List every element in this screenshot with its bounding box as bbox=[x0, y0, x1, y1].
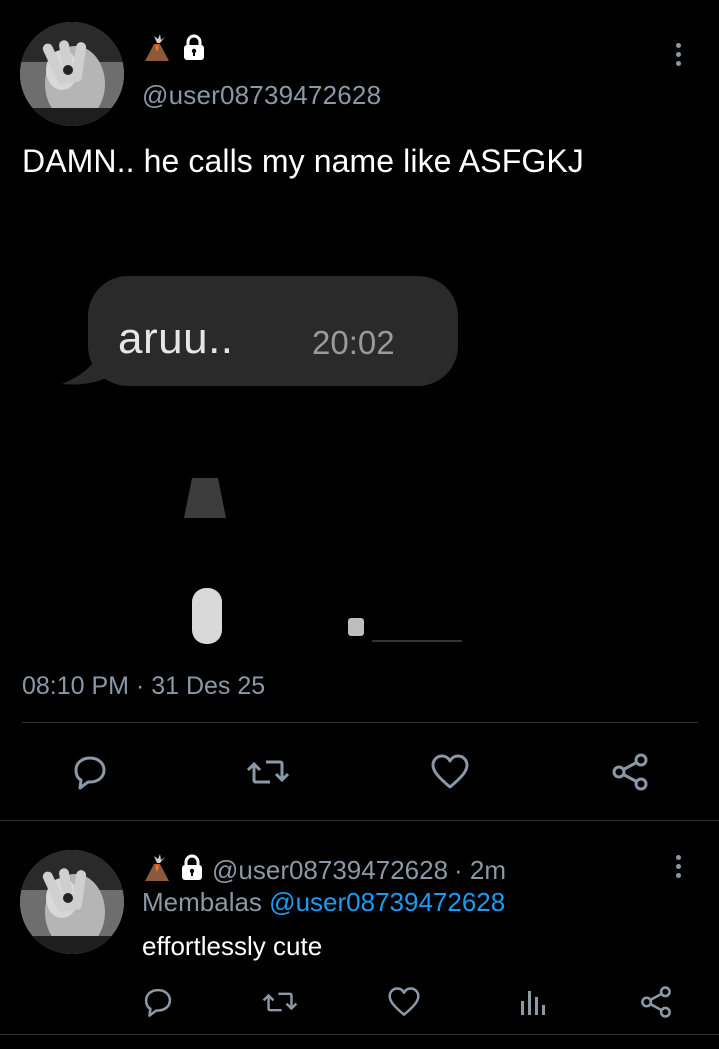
like-icon bbox=[388, 987, 420, 1016]
lock-icon bbox=[178, 853, 206, 888]
avatar-photo bbox=[20, 850, 124, 954]
volcano-emoji-icon bbox=[142, 852, 172, 889]
reply-retweet-button[interactable] bbox=[260, 982, 300, 1022]
retweet-icon bbox=[246, 760, 290, 784]
reply-share-button[interactable] bbox=[636, 982, 676, 1022]
reply-reply-button[interactable] bbox=[138, 982, 178, 1022]
more-options-icon[interactable] bbox=[668, 846, 688, 886]
media-background-shapes bbox=[184, 478, 462, 644]
avatar[interactable] bbox=[20, 22, 124, 126]
reply-button[interactable] bbox=[66, 748, 114, 796]
divider bbox=[0, 820, 719, 821]
volcano-emoji-icon bbox=[142, 32, 172, 67]
reply-header[interactable]: @user08739472628 · 2m bbox=[142, 852, 506, 889]
reply-icon bbox=[144, 988, 172, 1017]
tweet-timestamp[interactable]: 08:10 PM · 31 Des 25 bbox=[22, 672, 265, 701]
share-button[interactable] bbox=[606, 748, 654, 796]
divider bbox=[22, 722, 698, 723]
like-icon bbox=[431, 754, 469, 789]
replying-mention-link[interactable]: @user08739472628 bbox=[269, 887, 505, 917]
lock-icon bbox=[180, 33, 208, 66]
divider bbox=[0, 1034, 719, 1035]
user-handle[interactable]: @user08739472628 bbox=[142, 80, 381, 111]
reply-like-button[interactable] bbox=[384, 982, 424, 1022]
retweet-button[interactable] bbox=[244, 748, 292, 796]
replying-to: Membalas @user08739472628 bbox=[142, 887, 505, 918]
retweet-icon bbox=[262, 992, 298, 1012]
tweet-media-image[interactable]: aruu.. 20:02 bbox=[22, 222, 698, 652]
views-icon bbox=[521, 991, 545, 1015]
reply-user-handle[interactable]: @user08739472628 bbox=[212, 855, 448, 886]
share-icon bbox=[641, 986, 671, 1018]
reply-icon bbox=[74, 756, 106, 790]
reply-avatar[interactable] bbox=[20, 850, 124, 954]
share-icon bbox=[612, 753, 648, 791]
views-button[interactable] bbox=[512, 982, 552, 1022]
more-options-icon[interactable] bbox=[668, 34, 688, 74]
avatar-photo bbox=[20, 22, 124, 126]
display-name[interactable] bbox=[142, 32, 208, 67]
tweet-text: DAMN.. he calls my name like ASFGKJ bbox=[22, 143, 584, 179]
replying-prefix: Membalas bbox=[142, 887, 262, 917]
reply-time: · 2m bbox=[454, 855, 507, 885]
like-button[interactable] bbox=[426, 748, 474, 796]
reply-text: effortlessly cute bbox=[142, 931, 323, 961]
